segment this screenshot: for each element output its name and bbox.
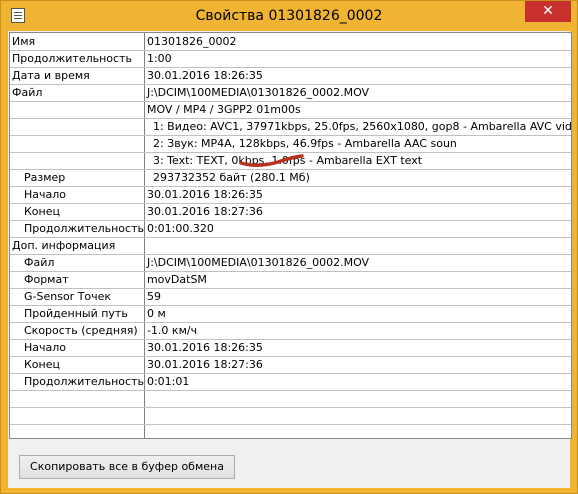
property-key <box>10 101 145 119</box>
property-value: 0:01:00.320 <box>144 220 571 238</box>
property-key: Продолжительность <box>10 50 145 68</box>
property-key: Доп. информация <box>10 237 145 255</box>
property-value: -1.0 км/ч <box>144 322 571 340</box>
properties-table: Имя 01301826_0002 Продолжительность 1:00 Дат… <box>10 33 571 438</box>
empty-cell <box>144 407 571 425</box>
property-row[interactable]: Файл J:\DCIM\100MEDIA\01301826_0002.MOV <box>10 254 571 272</box>
property-row[interactable]: Файл J:\DCIM\100MEDIA\01301826_0002.MOV <box>10 84 571 102</box>
property-key: Продолжительность <box>10 373 145 391</box>
property-value: movDatSM <box>144 271 571 289</box>
property-value: 30.01.2016 18:26:35 <box>144 67 571 85</box>
property-value: J:\DCIM\100MEDIA\01301826_0002.MOV <box>144 254 571 272</box>
window-title: Свойства 01301826_0002 <box>195 8 383 24</box>
property-key: Начало <box>10 339 145 357</box>
properties-window: Свойства 01301826_0002 ✕ Имя 01301826_000… <box>0 0 578 494</box>
property-value <box>144 237 571 255</box>
property-row[interactable]: Имя 01301826_0002 <box>10 33 571 51</box>
property-row[interactable]: Размер 293732352 байт (280.1 Мб) <box>10 169 571 187</box>
properties-grid[interactable]: Имя 01301826_0002 Продолжительность 1:00 Дат… <box>9 32 572 439</box>
property-row[interactable]: Дата и время 30.01.2016 18:26:35 <box>10 67 571 85</box>
property-row[interactable]: MOV / MP4 / 3GPP2 01m00s <box>10 101 571 119</box>
property-key: Файл <box>10 84 145 102</box>
property-row[interactable]: Продолжительность 1:00 <box>10 50 571 68</box>
property-value: 3: Text: TEXT, 0kbps, 1.0fps - Ambarella… <box>144 152 571 170</box>
property-value: 01301826_0002 <box>144 33 571 51</box>
copy-all-button[interactable]: Скопировать все в буфер обмена <box>19 455 235 479</box>
property-key: Конец <box>10 203 145 221</box>
property-value: J:\DCIM\100MEDIA\01301826_0002.MOV <box>144 84 571 102</box>
property-value: 1:00 <box>144 50 571 68</box>
property-key <box>10 135 145 153</box>
property-value: 59 <box>144 288 571 306</box>
empty-cell <box>144 424 571 438</box>
empty-cell <box>10 390 145 408</box>
property-key: Файл <box>10 254 145 272</box>
property-row[interactable]: Продолжительность 0:01:00.320 <box>10 220 571 238</box>
property-row[interactable]: G-Sensor Точек 59 <box>10 288 571 306</box>
property-value: 30.01.2016 18:26:35 <box>144 186 571 204</box>
property-key <box>10 118 145 136</box>
empty-row <box>10 407 571 425</box>
property-value: 2: Звук: MP4A, 128kbps, 46.9fps - Ambare… <box>144 135 571 153</box>
property-row[interactable]: Начало 30.01.2016 18:26:35 <box>10 339 571 357</box>
property-value: 293732352 байт (280.1 Мб) <box>144 169 571 187</box>
property-row[interactable]: Пройденный путь 0 м <box>10 305 571 323</box>
property-row[interactable]: Формат movDatSM <box>10 271 571 289</box>
property-row[interactable]: Конец 30.01.2016 18:27:36 <box>10 203 571 221</box>
empty-cell <box>10 407 145 425</box>
empty-cell <box>144 390 571 408</box>
empty-row <box>10 390 571 408</box>
title-bar[interactable]: Свойства 01301826_0002 ✕ <box>1 1 577 31</box>
property-key: Формат <box>10 271 145 289</box>
close-button[interactable]: ✕ <box>525 1 571 22</box>
property-key: Конец <box>10 356 145 374</box>
property-key <box>10 152 145 170</box>
property-value: 30.01.2016 18:27:36 <box>144 203 571 221</box>
property-value: 30.01.2016 18:26:35 <box>144 339 571 357</box>
property-row[interactable]: 3: Text: TEXT, 0kbps, 1.0fps - Ambarella… <box>10 152 571 170</box>
property-row[interactable]: Конец 30.01.2016 18:27:36 <box>10 356 571 374</box>
property-value: 1: Видео: AVC1, 37971kbps, 25.0fps, 2560… <box>144 118 571 136</box>
property-key: Начало <box>10 186 145 204</box>
property-row[interactable]: Скорость (средняя) -1.0 км/ч <box>10 322 571 340</box>
property-key: G-Sensor Точек <box>10 288 145 306</box>
property-row[interactable]: Продолжительность 0:01:01 <box>10 373 571 391</box>
property-value: 0 м <box>144 305 571 323</box>
property-key: Имя <box>10 33 145 51</box>
property-value: 30.01.2016 18:27:36 <box>144 356 571 374</box>
property-row[interactable]: 2: Звук: MP4A, 128kbps, 46.9fps - Ambare… <box>10 135 571 153</box>
property-row[interactable]: 1: Видео: AVC1, 37971kbps, 25.0fps, 2560… <box>10 118 571 136</box>
property-row[interactable]: Начало 30.01.2016 18:26:35 <box>10 186 571 204</box>
empty-row <box>10 424 571 438</box>
empty-cell <box>10 424 145 438</box>
property-key: Продолжительность <box>10 220 145 238</box>
property-value: 0:01:01 <box>144 373 571 391</box>
dialog-client-area: Имя 01301826_0002 Продолжительность 1:00 Дат… <box>8 31 572 488</box>
property-key: Дата и время <box>10 67 145 85</box>
property-value: MOV / MP4 / 3GPP2 01m00s <box>144 101 571 119</box>
property-row[interactable]: Доп. информация <box>10 237 571 255</box>
property-key: Пройденный путь <box>10 305 145 323</box>
property-key: Скорость (средняя) <box>10 322 145 340</box>
property-key: Размер <box>10 169 145 187</box>
